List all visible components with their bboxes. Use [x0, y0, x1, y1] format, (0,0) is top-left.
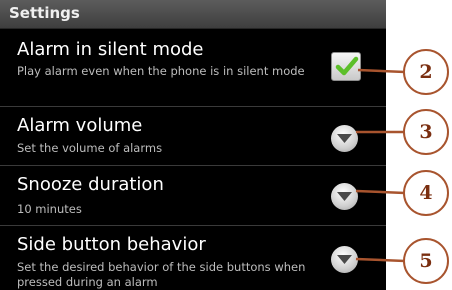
callout-2: 2 — [403, 49, 449, 95]
callout-line-2 — [357, 68, 406, 74]
callout-3: 3 — [403, 109, 449, 155]
callout-5: 5 — [403, 238, 449, 284]
callout-line-5 — [355, 257, 406, 263]
callout-leaders — [355, 68, 406, 263]
callout-line-4 — [355, 189, 406, 195]
callout-4: 4 — [403, 170, 449, 216]
